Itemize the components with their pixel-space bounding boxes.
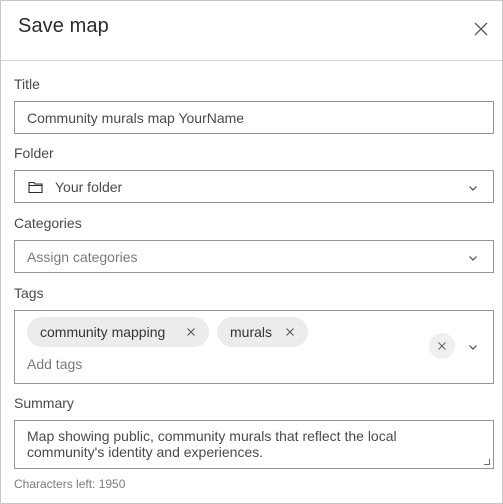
summary-label: Summary [14, 395, 74, 411]
tags-label: Tags [14, 285, 44, 301]
characters-left: Characters left: 1950 [14, 477, 126, 491]
tag-chip-label: community mapping [40, 324, 166, 340]
categories-label: Categories [14, 215, 82, 231]
folder-select[interactable]: Your folder [14, 170, 494, 203]
folder-value: Your folder [55, 179, 123, 195]
tag-chip-label: murals [230, 324, 273, 340]
tag-chip[interactable]: community mapping [27, 317, 209, 347]
title-label: Title [14, 76, 40, 92]
title-input[interactable]: Community murals map YourName [14, 101, 494, 134]
title-input-value: Community murals map YourName [27, 110, 245, 126]
dialog-header: Save map [1, 1, 502, 61]
summary-textarea[interactable]: Map showing public, community murals tha… [14, 420, 494, 469]
remove-tag-icon[interactable] [185, 326, 197, 338]
categories-placeholder: Assign categories [27, 249, 138, 265]
save-map-dialog: Save map Title Community murals map Your… [0, 0, 503, 504]
add-tags-input[interactable]: Add tags [27, 356, 82, 372]
clear-icon [438, 342, 446, 350]
tags-combobox[interactable]: community mapping murals Add tags [14, 310, 494, 384]
summary-value: Map showing public, community murals tha… [27, 428, 397, 460]
folder-label: Folder [14, 145, 54, 161]
chevron-down-icon[interactable] [467, 341, 479, 353]
chevron-down-icon [469, 256, 477, 261]
resize-handle[interactable] [484, 459, 490, 465]
dialog-title: Save map [18, 15, 109, 37]
categories-select[interactable]: Assign categories [14, 240, 494, 273]
tag-chip[interactable]: murals [217, 317, 308, 347]
close-button[interactable] [467, 15, 495, 43]
remove-tag-icon[interactable] [284, 326, 296, 338]
close-icon [474, 22, 488, 36]
chevron-down-icon [469, 186, 477, 191]
folder-icon [28, 181, 43, 194]
clear-tags-button[interactable] [429, 333, 455, 359]
